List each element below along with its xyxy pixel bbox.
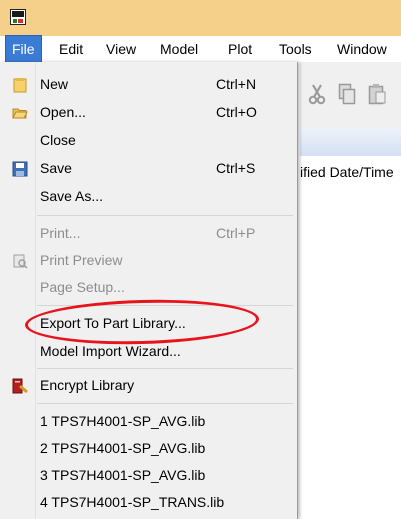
menu-bar: File Edit View Model Plot Tools Window xyxy=(0,35,401,63)
menu-edit[interactable]: Edit xyxy=(53,36,89,62)
menu-plot[interactable]: Plot xyxy=(222,36,258,62)
menu-item-recent-file-1[interactable]: 1 TPS7H4001-SP_AVG.lib xyxy=(0,408,296,436)
menu-separator xyxy=(37,368,293,369)
menu-item-label: Model Import Wizard... xyxy=(40,343,181,359)
shortcut-label: Ctrl+N xyxy=(216,76,257,92)
menu-item-new[interactable]: New Ctrl+N xyxy=(0,71,296,99)
app-icon[interactable] xyxy=(10,9,26,25)
menu-item-label: 1 TPS7H4001-SP_AVG.lib xyxy=(40,413,206,429)
menu-item-label: 3 TPS7H4001-SP_AVG.lib xyxy=(40,467,206,483)
menu-item-encrypt-library[interactable]: Encrypt Library xyxy=(0,372,296,400)
menu-item-label: Print Preview xyxy=(40,252,123,268)
shortcut-label: Ctrl+O xyxy=(216,104,257,120)
menu-item-label: Close xyxy=(40,132,76,148)
cut-icon[interactable] xyxy=(308,83,326,105)
shortcut-label: Ctrl+P xyxy=(216,225,256,241)
copy-icon[interactable] xyxy=(338,83,356,105)
folder-open-icon xyxy=(12,108,28,119)
menu-item-recent-file-2[interactable]: 2 TPS7H4001-SP_AVG.lib xyxy=(0,435,296,463)
file-menu-dropdown: New Ctrl+N Open... Ctrl+O Close Save Ctr… xyxy=(0,62,298,519)
menu-item-print-preview[interactable]: Print Preview xyxy=(0,247,296,275)
menu-item-recent-file-3[interactable]: 3 TPS7H4001-SP_AVG.lib xyxy=(0,462,296,490)
menu-item-label: Save xyxy=(40,160,72,176)
menu-item-label: New xyxy=(40,76,69,92)
column-header[interactable]: ified Date/Time xyxy=(300,156,401,195)
menu-item-close[interactable]: Close xyxy=(0,127,296,155)
menu-item-save[interactable]: Save Ctrl+S xyxy=(0,155,296,183)
menu-item-label: Encrypt Library xyxy=(40,377,135,393)
menu-window[interactable]: Window xyxy=(331,36,393,62)
menu-model[interactable]: Model xyxy=(154,36,204,62)
menu-item-open[interactable]: Open... Ctrl+O xyxy=(0,99,296,127)
menu-item-label: 4 TPS7H4001-SP_TRANS.lib xyxy=(40,494,225,510)
menu-tools[interactable]: Tools xyxy=(273,36,318,62)
shortcut-label: Ctrl+S xyxy=(216,160,256,176)
title-bar xyxy=(0,0,401,36)
encrypt-library-icon xyxy=(12,378,28,394)
menu-item-recent-file-4[interactable]: 4 TPS7H4001-SP_TRANS.lib xyxy=(0,489,296,517)
menu-item-label: Page Setup... xyxy=(40,279,125,295)
tab-band xyxy=(300,128,401,157)
menu-separator xyxy=(37,215,293,216)
toolbar xyxy=(300,62,401,128)
menu-item-label: 2 TPS7H4001-SP_AVG.lib xyxy=(40,440,206,456)
list-area xyxy=(300,194,401,519)
menu-item-label: Save As... xyxy=(40,188,104,204)
menu-item-print[interactable]: Print... Ctrl+P xyxy=(0,220,296,248)
menu-item-save-as[interactable]: Save As... xyxy=(0,183,296,211)
menu-item-label: Open... xyxy=(40,104,86,120)
menu-item-page-setup[interactable]: Page Setup... xyxy=(0,274,296,302)
menu-separator xyxy=(37,403,293,404)
new-file-icon xyxy=(13,78,27,93)
menu-view[interactable]: View xyxy=(100,36,142,62)
save-disk-icon xyxy=(12,161,28,177)
menu-file[interactable]: File xyxy=(5,35,42,63)
print-preview-icon xyxy=(13,254,28,269)
menu-item-label: Print... xyxy=(40,225,81,241)
paste-icon[interactable] xyxy=(368,83,386,105)
